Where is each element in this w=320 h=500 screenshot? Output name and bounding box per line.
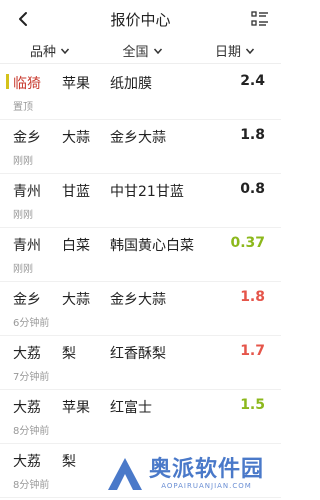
time-label: 7分钟前 — [13, 372, 50, 383]
pin-indicator — [6, 74, 9, 89]
list-menu-icon — [251, 11, 268, 26]
product: 金乡大蒜 — [110, 130, 166, 146]
price: 1.5 — [240, 397, 265, 413]
menu-button[interactable] — [251, 10, 269, 28]
list-item[interactable]: 金乡 大蒜 金乡大蒜 刚刚 1.8 — [0, 120, 281, 174]
product: 纸加膜 — [110, 76, 152, 92]
chevron-down-icon — [60, 48, 70, 54]
chevron-left-icon — [19, 12, 27, 26]
list-item[interactable]: 大荔 苹果 红富士 8分钟前 1.5 — [0, 390, 281, 444]
price: 0.8 — [240, 181, 265, 197]
time-label: 8分钟前 — [13, 426, 50, 437]
variety: 梨 — [62, 346, 76, 362]
region: 大荔 — [13, 400, 41, 416]
variety: 苹果 — [62, 400, 90, 416]
product: 韩国黄心白菜 — [110, 238, 194, 254]
filter-variety-label: 品种 — [30, 45, 57, 60]
price: 0.37 — [230, 235, 265, 251]
product: 红富士 — [110, 400, 152, 416]
quote-list: 临猗 苹果 纸加膜 置顶 2.4 金乡 大蒜 金乡大蒜 刚刚 1.8 青州 甘蓝… — [0, 66, 281, 498]
variety: 白菜 — [62, 238, 90, 254]
time-label: 置顶 — [13, 102, 33, 113]
watermark-url: AOPAIRUANJIAN.COM — [161, 482, 252, 490]
time-label: 刚刚 — [13, 156, 33, 167]
time-label: 刚刚 — [13, 210, 33, 221]
filter-region-label: 全国 — [122, 45, 149, 60]
back-button[interactable] — [12, 8, 34, 30]
chevron-down-icon — [245, 48, 255, 54]
filter-region[interactable]: 全国 — [105, 41, 180, 60]
variety: 梨 — [62, 454, 76, 470]
filter-variety[interactable]: 品种 — [0, 41, 105, 60]
watermark-name: 奥派软件园 — [149, 457, 265, 482]
watermark: 奥派软件园 AOPAIRUANJIAN.COM — [105, 454, 275, 494]
variety: 苹果 — [62, 76, 90, 92]
list-item[interactable]: 临猗 苹果 纸加膜 置顶 2.4 — [0, 66, 281, 120]
region: 金乡 — [13, 292, 41, 308]
region: 大荔 — [13, 454, 41, 470]
time-label: 8分钟前 — [13, 480, 50, 491]
watermark-logo — [108, 458, 142, 490]
page-title: 报价中心 — [110, 10, 171, 29]
region: 青州 — [13, 184, 41, 200]
variety: 大蒜 — [62, 292, 90, 308]
time-label: 6分钟前 — [13, 318, 50, 329]
region: 临猗 — [13, 76, 41, 92]
product: 红香酥梨 — [110, 346, 166, 362]
list-item[interactable]: 青州 白菜 韩国黄心白菜 刚刚 0.37 — [0, 228, 281, 282]
product: 金乡大蒜 — [110, 292, 166, 308]
time-label: 刚刚 — [13, 264, 33, 275]
filter-date[interactable]: 日期 — [180, 41, 281, 60]
list-item[interactable]: 金乡 大蒜 金乡大蒜 6分钟前 1.8 — [0, 282, 281, 336]
product: 中甘21甘蓝 — [110, 184, 184, 200]
region: 青州 — [13, 238, 41, 254]
price: 1.8 — [240, 127, 265, 143]
chevron-down-icon — [153, 48, 162, 54]
filter-date-label: 日期 — [214, 45, 241, 60]
list-item[interactable]: 青州 甘蓝 中甘21甘蓝 刚刚 0.8 — [0, 174, 281, 228]
price: 1.8 — [240, 289, 265, 305]
app-header: 报价中心 — [0, 0, 281, 38]
region: 金乡 — [13, 130, 41, 146]
price: 1.7 — [240, 343, 265, 359]
list-item[interactable]: 大荔 梨 红香酥梨 7分钟前 1.7 — [0, 336, 281, 390]
region: 大荔 — [13, 346, 41, 362]
variety: 大蒜 — [62, 130, 90, 146]
variety: 甘蓝 — [62, 184, 90, 200]
filter-bar: 品种 全国 日期 — [0, 38, 281, 64]
price: 2.4 — [240, 73, 265, 89]
